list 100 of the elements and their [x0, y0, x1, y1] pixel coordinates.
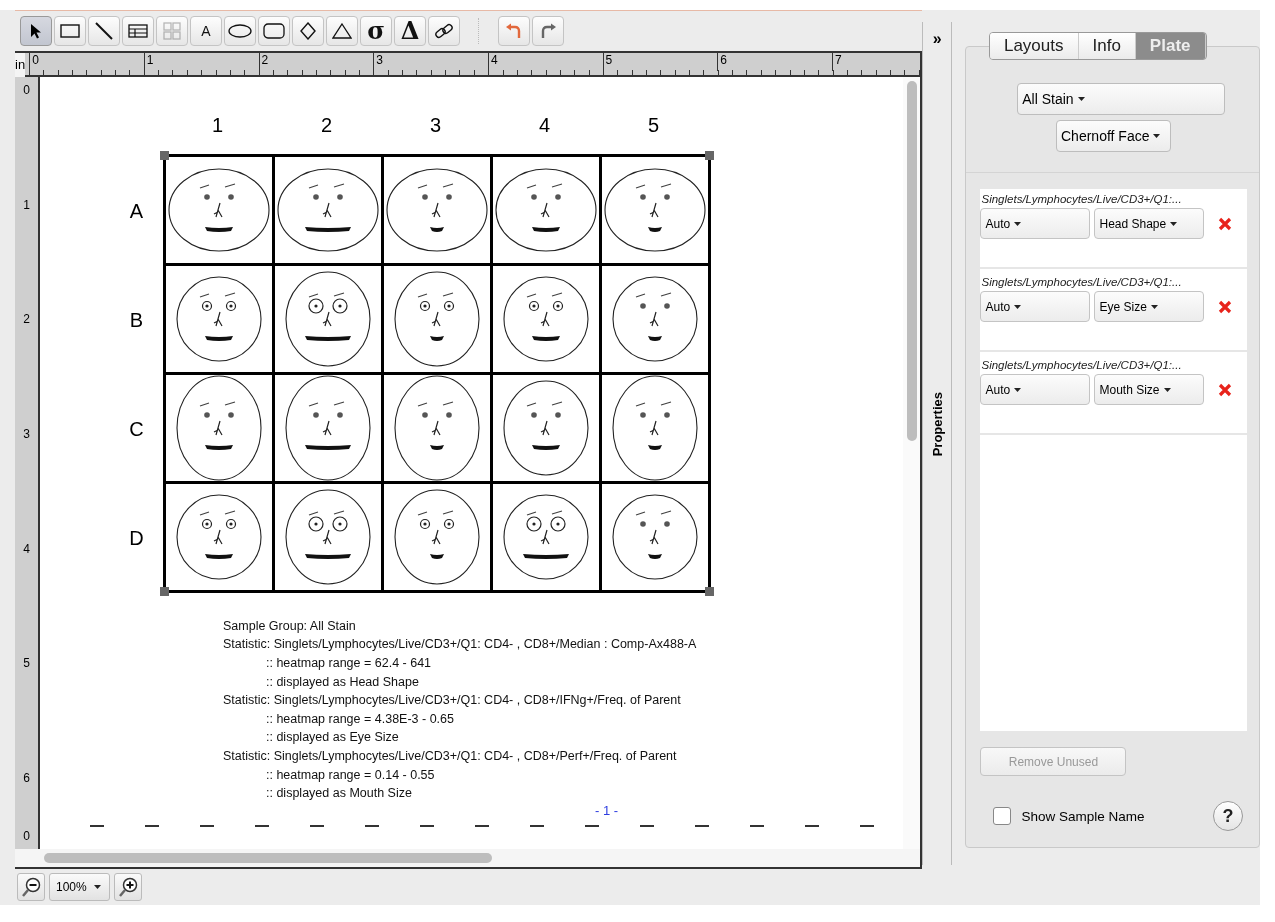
- link-tool-button[interactable]: [428, 15, 460, 46]
- legend-text: :: displayed as Head Shape: [266, 673, 419, 691]
- legend-text: :: displayed as Mouth Size: [266, 785, 412, 803]
- undo-button[interactable]: [498, 15, 530, 46]
- ruler-label: 5: [22, 656, 31, 673]
- feature-dropdown[interactable]: Mouth Size: [1094, 374, 1205, 405]
- rounded-tool-button[interactable]: [258, 15, 290, 46]
- column-label: 5: [646, 113, 661, 138]
- delete-icon[interactable]: [1218, 382, 1233, 397]
- triangle-tool-button[interactable]: [326, 15, 358, 46]
- ruler-label: 0: [22, 82, 31, 99]
- legend-text: :: displayed as Eye Size: [266, 729, 399, 747]
- column-label: 4: [537, 113, 552, 138]
- properties-label[interactable]: Properties: [929, 392, 945, 457]
- row-label: C: [128, 416, 145, 442]
- ruler-label: 6: [22, 770, 31, 787]
- column-label: 3: [428, 113, 443, 138]
- help-button[interactable]: ?: [1213, 801, 1243, 831]
- legend-text: Statistic: Singlets/Lymphocytes/Live/CD3+/Q1: CD4- , CD8+/IFNg+/Freq. of Parent: [223, 692, 681, 710]
- zoom-in-button[interactable]: [113, 873, 142, 902]
- grid-icon: [163, 21, 181, 40]
- delete-icon[interactable]: [1218, 299, 1233, 314]
- caret-icon: [1077, 97, 1085, 101]
- resize-handle[interactable]: [705, 586, 714, 596]
- row-label: D: [128, 525, 145, 551]
- collapse-button[interactable]: »: [932, 26, 942, 52]
- symbol-tool-button[interactable]: Δ: [394, 15, 426, 46]
- zoom-out-button[interactable]: [17, 873, 45, 902]
- page-number: - 1 -: [595, 802, 619, 819]
- delete-icon[interactable]: [1218, 216, 1233, 231]
- pointer-icon: [30, 22, 42, 39]
- caret-icon: [1153, 134, 1161, 138]
- ruler-label: 2: [258, 52, 374, 71]
- row-label: B: [128, 307, 145, 333]
- caret-icon: [1014, 221, 1022, 226]
- caret-icon: [1150, 304, 1158, 309]
- diamond-icon: [300, 21, 316, 40]
- feature-dropdown[interactable]: Head Shape: [1094, 208, 1205, 239]
- ruler-label: 2: [22, 312, 31, 329]
- letter-tool-button[interactable]: A: [190, 15, 222, 46]
- ruler-label: 6: [717, 52, 832, 71]
- undo-icon: [505, 22, 523, 39]
- line-tool-button[interactable]: [88, 15, 120, 46]
- caret-icon: [1163, 387, 1171, 392]
- column-label: 2: [319, 113, 334, 138]
- ruler-label: 4: [22, 541, 31, 558]
- scale-dropdown[interactable]: Auto: [980, 208, 1091, 239]
- legend-text: Sample Group: All Stain: [223, 617, 356, 635]
- show-sample-name-checkbox[interactable]: [993, 807, 1012, 825]
- ruler-label: 1: [143, 52, 259, 71]
- scale-dropdown[interactable]: Auto: [980, 374, 1091, 405]
- legend-text: :: heatmap range = 0.14 - 0.55: [266, 766, 435, 784]
- statistic-path: Singlets/Lymphocytes/Live/CD3+/Q1:...: [980, 193, 1183, 205]
- zoom-in-icon: [117, 877, 138, 898]
- statistic-path: Singlets/Lymphocytes/Live/CD3+/Q1:...: [980, 276, 1183, 288]
- ellipse-icon: [228, 23, 252, 38]
- vertical-scrollbar[interactable]: [903, 76, 920, 850]
- zoom-dropdown[interactable]: 100%: [49, 873, 110, 902]
- legend-text: :: heatmap range = 4.38E-3 - 0.65: [266, 710, 454, 728]
- line-icon: [95, 21, 113, 40]
- ruler-label: 5: [602, 52, 718, 71]
- scale-dropdown[interactable]: Auto: [980, 291, 1091, 322]
- caret-icon: [93, 885, 101, 890]
- ruler-unit: in: [15, 52, 26, 77]
- redo-button[interactable]: [532, 15, 564, 46]
- group-dropdown[interactable]: All Stain: [1017, 83, 1226, 115]
- caret-icon: [1014, 387, 1022, 392]
- zoom-out-icon: [21, 877, 41, 898]
- legend-text: Statistic: Singlets/Lymphocytes/Live/CD3+/Q1: CD4- , CD8+/Perf+/Freq. of Parent: [223, 748, 677, 765]
- ruler-label: 1: [22, 197, 31, 214]
- resize-handle[interactable]: [160, 150, 169, 160]
- caret-icon: [1014, 304, 1022, 309]
- table-icon: [128, 23, 148, 38]
- resize-handle[interactable]: [705, 150, 714, 160]
- ruler-label: 3: [22, 426, 31, 443]
- panel-tab[interactable]: Layouts: [989, 33, 1079, 59]
- link-icon: [434, 21, 454, 40]
- panel-tab[interactable]: Info: [1078, 33, 1136, 59]
- feature-dropdown[interactable]: Eye Size: [1094, 291, 1205, 322]
- resize-handle[interactable]: [160, 586, 169, 596]
- symbol-tool-button[interactable]: σ: [360, 15, 392, 46]
- checkbox-label[interactable]: Show Sample Name: [1021, 808, 1145, 824]
- diamond-tool-button[interactable]: [292, 15, 324, 46]
- rectangle-tool-button[interactable]: [54, 15, 86, 46]
- ellipse-tool-button[interactable]: [224, 15, 256, 46]
- legend-text: :: heatmap range = 62.4 - 641: [266, 655, 432, 672]
- statistic-path: Singlets/Lymphocytes/Live/CD3+/Q1:...: [980, 359, 1183, 371]
- ruler-label: 0: [22, 828, 31, 845]
- column-label: 1: [210, 113, 225, 138]
- redo-icon: [539, 22, 557, 39]
- table-tool-button[interactable]: [122, 15, 154, 46]
- ruler-label: 0: [29, 52, 144, 71]
- caret-icon: [1170, 221, 1178, 226]
- pointer-tool-button[interactable]: [20, 15, 52, 46]
- rectangle-icon: [60, 23, 80, 38]
- rounded-rectangle-icon: [263, 22, 285, 39]
- ruler-label: 3: [373, 52, 488, 71]
- type-dropdown[interactable]: Chernoff Face: [1056, 120, 1172, 152]
- ruler-label: 4: [487, 52, 603, 71]
- legend-text: Statistic: Singlets/Lymphocytes/Live/CD3+/Q1: CD4- , CD8+/Median : Comp-Ax488-A: [223, 636, 697, 654]
